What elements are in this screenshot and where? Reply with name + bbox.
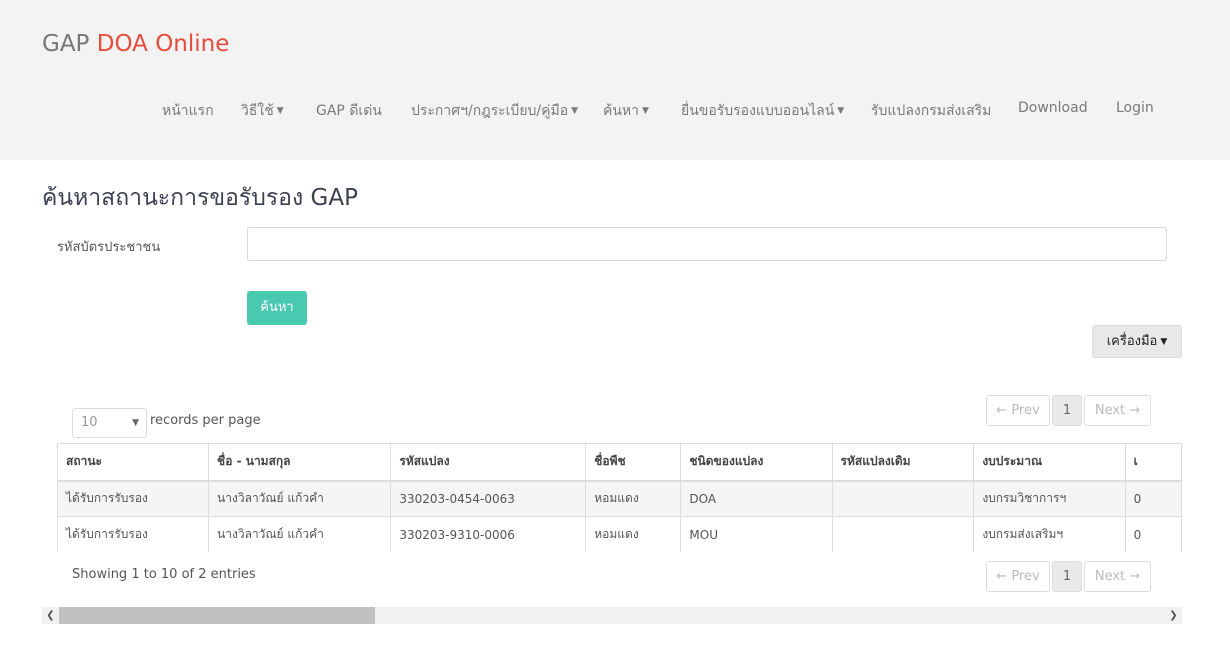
scrollbar-thumb[interactable] — [59, 607, 375, 624]
id-card-label: รหัสบัตรประชาชน — [57, 240, 161, 255]
chevron-down-icon: ▼ — [1160, 337, 1168, 347]
chevron-down-icon: ▼ — [642, 106, 649, 116]
column-header-plot-code[interactable]: รหัสแปลง — [390, 443, 587, 482]
chevron-down-icon: ▼ — [837, 106, 845, 116]
page-1-button[interactable]: 1 — [1052, 395, 1082, 426]
chevron-left-icon[interactable]: ❮ — [42, 607, 59, 624]
search-button[interactable]: ค้นหา — [247, 291, 307, 325]
nav-item-login[interactable]: Login — [1116, 100, 1154, 116]
cell-name: นางวิลาวัณย์ แก้วคำ — [208, 516, 392, 552]
pagination-top: ← Prev 1 Next → — [986, 395, 1151, 426]
cell-truncated: 0 — [1124, 516, 1182, 552]
cell-plot-type: MOU — [680, 516, 833, 552]
records-per-page-label: records per page — [150, 413, 261, 428]
cell-old-plot-code — [831, 480, 975, 517]
cell-budget: งบกรมส่งเสริมฯ — [973, 516, 1126, 552]
cell-plot-type: DOA — [680, 480, 833, 517]
table-row: ได้รับการรับรอง นางวิลาวัณย์ แก้วคำ 3302… — [57, 480, 1182, 517]
cell-truncated: 0 — [1124, 480, 1182, 517]
column-header-plot-type[interactable]: ชนิดของแปลง — [680, 443, 833, 482]
column-header-name[interactable]: ชื่อ - นามสกุล — [208, 443, 392, 482]
chevron-down-icon: ▼ — [132, 418, 139, 428]
cell-plot-code: 330203-0454-0063 — [390, 480, 587, 517]
cell-crop: หอมแดง — [585, 480, 682, 517]
nav-item-apply-online[interactable]: ยื่นขอรับรองแบบออนไลน์ ▼ — [681, 100, 844, 122]
nav-item-home[interactable]: หน้าแรก — [162, 100, 214, 122]
tools-button-label: เครื่องมือ — [1106, 334, 1158, 349]
entries-info: Showing 1 to 10 of 2 entries — [72, 567, 256, 582]
cell-plot-code: 330203-9310-0006 — [390, 516, 587, 552]
prev-button[interactable]: ← Prev — [986, 561, 1050, 592]
cell-old-plot-code — [831, 516, 975, 552]
table-row: ได้รับการรับรอง นางวิลาวัณย์ แก้วคำ 3302… — [57, 516, 1182, 552]
results-table: สถานะ ชื่อ - นามสกุล รหัสแปลง ชื่อพืช ชน… — [57, 443, 1182, 552]
column-header-status[interactable]: สถานะ — [57, 443, 210, 482]
column-header-budget[interactable]: งบประมาณ — [973, 443, 1126, 482]
brand-logo[interactable]: GAP DOA Online — [42, 31, 229, 57]
cell-status: ได้รับการรับรอง — [57, 480, 210, 517]
cell-status: ได้รับการรับรอง — [57, 516, 210, 552]
chevron-down-icon: ▼ — [571, 106, 579, 116]
cell-budget: งบกรมวิชาการฯ — [973, 480, 1126, 517]
prev-button[interactable]: ← Prev — [986, 395, 1050, 426]
brand-accent: DOA Online — [96, 31, 230, 57]
next-button[interactable]: Next → — [1084, 561, 1151, 592]
nav-item-extension-plots[interactable]: รับแปลงกรมส่งเสริม — [871, 100, 991, 122]
nav-item-search[interactable]: ค้นหา ▼ — [603, 100, 649, 122]
id-card-input[interactable] — [247, 227, 1167, 261]
chevron-right-icon[interactable]: ❯ — [1165, 607, 1182, 624]
results-table-container: สถานะ ชื่อ - นามสกุล รหัสแปลง ชื่อพืช ชน… — [57, 443, 1182, 552]
cell-crop: หอมแดง — [585, 516, 682, 552]
nav-item-announcements[interactable]: ประกาศฯ/กฎระเบียบ/คู่มือ ▼ — [411, 100, 578, 122]
next-button[interactable]: Next → — [1084, 395, 1151, 426]
page-1-button[interactable]: 1 — [1052, 561, 1082, 592]
table-header-row: สถานะ ชื่อ - นามสกุล รหัสแปลง ชื่อพืช ชน… — [57, 443, 1182, 482]
nav-item-download[interactable]: Download — [1018, 100, 1088, 116]
horizontal-scrollbar[interactable]: ❮ ❯ — [42, 607, 1182, 624]
column-header-crop[interactable]: ชื่อพืช — [585, 443, 682, 482]
site-header: GAP DOA Online หน้าแรก วิธีใช้ ▼ GAP ดีเด… — [0, 0, 1230, 160]
brand-prefix: GAP — [42, 31, 97, 57]
nav-item-gap-outstanding[interactable]: GAP ดีเด่น — [316, 100, 382, 122]
main-nav: หน้าแรก วิธีใช้ ▼ GAP ดีเด่น ประกาศฯ/กฎระ… — [0, 100, 1230, 122]
records-per-page-select[interactable]: 10 ▼ — [72, 408, 147, 438]
column-header-old-plot-code[interactable]: รหัสแปลงเดิม — [831, 443, 975, 482]
pagination-bottom: ← Prev 1 Next → — [986, 561, 1151, 592]
tools-dropdown-button[interactable]: เครื่องมือ ▼ — [1092, 325, 1182, 358]
column-header-truncated[interactable]: เ — [1124, 443, 1182, 482]
cell-name: นางวิลาวัณย์ แก้วคำ — [208, 480, 392, 517]
nav-item-how-to[interactable]: วิธีใช้ ▼ — [241, 100, 284, 122]
chevron-down-icon: ▼ — [276, 106, 284, 116]
page-title: ค้นหาสถานะการขอรับรอง GAP — [42, 185, 358, 211]
per-page-value: 10 — [81, 415, 98, 430]
